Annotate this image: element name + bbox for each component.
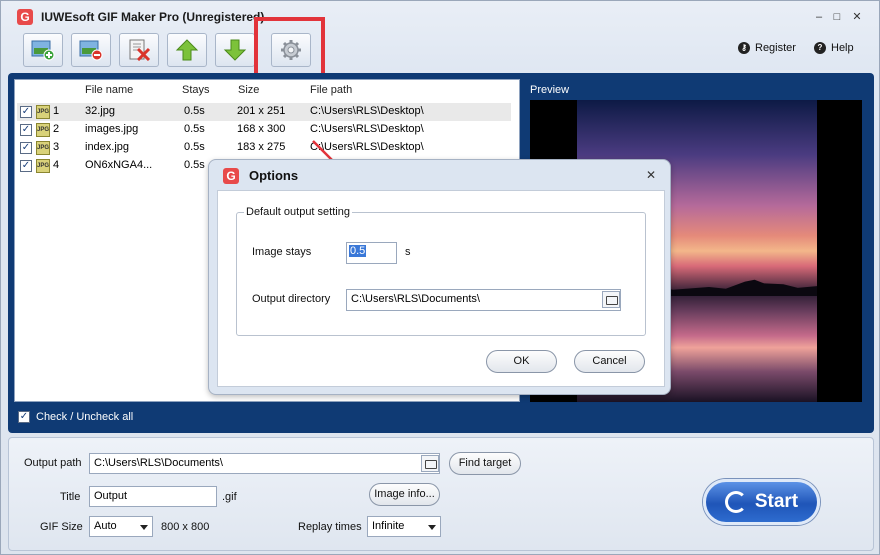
arrow-up-icon — [175, 39, 199, 61]
row-stays: 0.5s — [184, 141, 205, 153]
output-directory-field[interactable]: C:\Users\RLS\Documents\ — [346, 289, 621, 311]
jpg-file-icon: JPG — [36, 159, 50, 173]
table-row[interactable]: ✓ JPG 3 index.jpg 0.5s 183 x 275 C:\User… — [17, 139, 511, 157]
gif-size-dimensions: 800 x 800 — [161, 521, 210, 533]
clear-list-button[interactable] — [119, 33, 159, 67]
image-stays-input[interactable]: 0.5 — [346, 242, 397, 264]
gif-size-label: GIF Size — [40, 521, 83, 533]
row-size: 201 x 251 — [237, 105, 286, 117]
app-logo-icon: G — [17, 9, 33, 25]
row-file-name: ON6xNGA4... — [85, 159, 153, 171]
row-checkbox[interactable]: ✓ — [20, 124, 32, 136]
add-image-icon — [31, 39, 55, 61]
row-index: 1 — [53, 105, 60, 117]
gif-size-select[interactable]: Auto — [89, 516, 153, 537]
move-down-button[interactable] — [215, 33, 255, 67]
start-label: Start — [754, 491, 799, 512]
replay-times-value: Infinite — [372, 520, 405, 532]
row-file-name: 32.jpg — [85, 105, 115, 117]
table-row[interactable]: ✓ JPG 1 32.jpg 0.5s 201 x 251 C:\Users\R… — [17, 103, 511, 121]
app-logo-icon: G — [223, 168, 239, 184]
row-index: 3 — [53, 141, 60, 153]
find-target-button[interactable]: Find target — [449, 452, 521, 475]
window-title: IUWEsoft GIF Maker Pro (Unregistered) — [41, 10, 265, 24]
column-header-name[interactable]: File name — [85, 84, 133, 100]
ok-button[interactable]: OK — [486, 350, 557, 373]
output-path-field[interactable]: C:\Users\RLS\Documents\ — [89, 453, 440, 474]
row-checkbox[interactable]: ✓ — [20, 160, 32, 172]
row-path: C:\Users\RLS\Desktop\ — [310, 123, 424, 135]
image-stays-label: Image stays — [252, 246, 312, 258]
image-info-button[interactable]: Image info... — [369, 483, 440, 506]
title-extension: .gif — [222, 491, 237, 503]
help-icon: ? — [814, 42, 826, 54]
row-size: 183 x 275 — [237, 141, 286, 153]
row-size: 168 x 300 — [237, 123, 286, 135]
default-output-group: Default output setting Image stays 0.5 s… — [236, 206, 646, 336]
refresh-icon — [724, 491, 747, 513]
jpg-file-icon: JPG — [36, 141, 50, 155]
chevron-down-icon — [428, 525, 436, 530]
output-directory-label: Output directory — [252, 293, 331, 305]
row-stays: 0.5s — [184, 105, 205, 117]
chevron-down-icon — [140, 525, 148, 530]
column-header-size[interactable]: Size — [238, 84, 259, 100]
add-image-button[interactable] — [23, 33, 63, 67]
register-link[interactable]: ⚷ Register — [738, 42, 796, 54]
replay-times-select[interactable]: Infinite — [367, 516, 441, 537]
row-file-name: images.jpg — [85, 123, 139, 135]
title-bar: G IUWEsoft GIF Maker Pro (Unregistered) … — [1, 1, 879, 33]
preview-label: Preview — [530, 84, 570, 96]
register-label: Register — [755, 42, 796, 54]
minimize-button[interactable]: – — [811, 10, 827, 24]
check-all-checkbox[interactable]: ✓ — [18, 411, 30, 423]
help-link[interactable]: ? Help — [814, 42, 854, 54]
browse-folder-icon[interactable] — [602, 291, 620, 308]
column-header-stays[interactable]: Stays — [182, 84, 210, 100]
maximize-button[interactable]: □ — [829, 10, 845, 24]
row-stays: 0.5s — [184, 159, 205, 171]
arrow-down-icon — [223, 39, 247, 61]
output-path-label: Output path — [24, 457, 82, 469]
column-header-path[interactable]: File path — [310, 84, 352, 100]
jpg-file-icon: JPG — [36, 123, 50, 137]
title-label: Title — [60, 491, 81, 503]
check-all-label: Check / Uncheck all — [36, 411, 134, 423]
dialog-body: Default output setting Image stays 0.5 s… — [217, 190, 665, 387]
row-index: 4 — [53, 159, 60, 171]
remove-image-button[interactable] — [71, 33, 111, 67]
close-button[interactable]: ✕ — [849, 10, 865, 24]
key-icon: ⚷ — [738, 42, 750, 54]
check-all-toggle[interactable]: ✓ Check / Uncheck all — [18, 411, 133, 423]
gif-size-value: Auto — [94, 520, 117, 532]
remove-image-icon — [79, 39, 103, 61]
dialog-title: Options — [249, 168, 299, 183]
cancel-button[interactable]: Cancel — [574, 350, 645, 373]
options-dialog: G Options ✕ Default output setting Image… — [208, 159, 671, 395]
row-index: 2 — [53, 123, 60, 135]
title-input[interactable]: Output — [89, 486, 217, 507]
dialog-close-button[interactable]: ✕ — [646, 168, 656, 182]
image-stays-unit: s — [405, 246, 411, 258]
start-button[interactable]: Start — [703, 479, 820, 525]
table-row[interactable]: ✓ JPG 2 images.jpg 0.5s 168 x 300 C:\Use… — [17, 121, 511, 139]
row-checkbox[interactable]: ✓ — [20, 142, 32, 154]
replay-times-label: Replay times — [298, 521, 362, 533]
row-path: C:\Users\RLS\Desktop\ — [310, 105, 424, 117]
image-stays-value: 0.5 — [349, 245, 367, 257]
group-title: Default output setting — [244, 206, 352, 218]
row-checkbox[interactable]: ✓ — [20, 106, 32, 118]
app-window: G IUWEsoft GIF Maker Pro (Unregistered) … — [0, 0, 880, 555]
clear-list-icon — [127, 39, 151, 62]
browse-folder-icon[interactable] — [421, 455, 439, 472]
options-highlight-box — [254, 17, 325, 81]
jpg-file-icon: JPG — [36, 105, 50, 119]
row-file-name: index.jpg — [85, 141, 130, 153]
move-up-button[interactable] — [167, 33, 207, 67]
help-label: Help — [831, 42, 854, 54]
row-stays: 0.5s — [184, 123, 205, 135]
